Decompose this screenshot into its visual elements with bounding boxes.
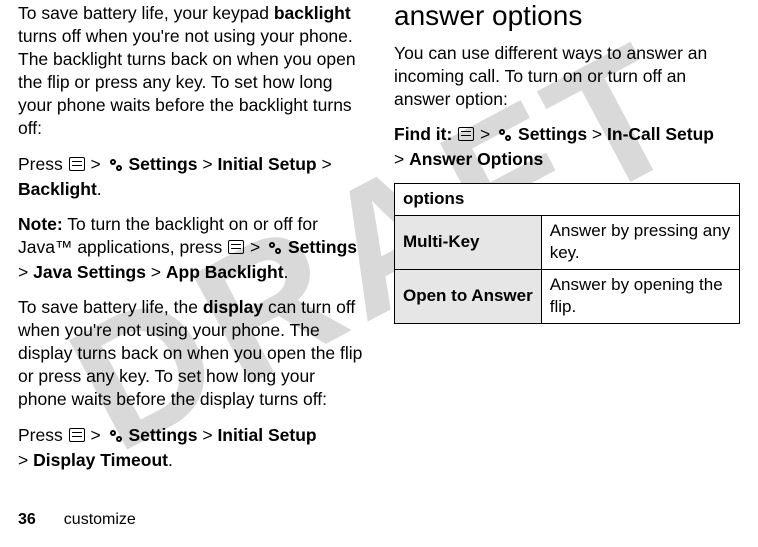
settings-label: Settings (288, 237, 357, 257)
answer-intro-paragraph: You can use different ways to answer an … (394, 42, 740, 111)
backlight-word: backlight (274, 3, 351, 23)
gt: > (394, 149, 404, 169)
find-it-paragraph: Find it: > Settings > In-Call Setup> Ans… (394, 123, 740, 171)
backlight-intro-paragraph: To save battery life, your keypad backli… (18, 2, 364, 141)
initial-setup-label: Initial Setup (217, 154, 316, 174)
gt: > (146, 262, 166, 282)
gt: > (475, 124, 495, 144)
java-settings-label: Java Settings (33, 262, 146, 282)
gt: > (18, 450, 28, 470)
backlight-path-paragraph: Press > Settings > Initial Setup > Backl… (18, 153, 364, 201)
display-path-paragraph: Press > Settings > Initial Setup> Displa… (18, 424, 364, 472)
period: . (168, 450, 173, 470)
options-table: options Multi-Key Answer by pressing any… (394, 183, 740, 323)
press-label: Press (18, 154, 68, 174)
settings-label: Settings (518, 124, 587, 144)
gear-icon (498, 125, 512, 148)
gear-icon (109, 155, 123, 178)
display-word: display (203, 297, 263, 317)
gt: > (18, 262, 28, 282)
display-timeout-label: Display Timeout (33, 450, 168, 470)
page-content: To save battery life, your keypad backli… (0, 0, 758, 484)
table-header-row: options (395, 184, 740, 215)
app-backlight-label: App Backlight (166, 262, 284, 282)
period: . (284, 262, 289, 282)
text: To save battery life, your keypad (18, 3, 274, 23)
note-paragraph: Note: To turn the backlight on or off fo… (18, 213, 364, 284)
gt: > (197, 425, 217, 445)
gt: > (86, 154, 106, 174)
left-column: To save battery life, your keypad backli… (18, 2, 364, 484)
find-it-label: Find it: (394, 124, 452, 144)
menu-icon (69, 157, 85, 171)
note-label: Note: (18, 214, 63, 234)
gt: > (245, 237, 265, 257)
option-key: Multi-Key (395, 215, 542, 269)
option-key: Open to Answer (395, 269, 542, 323)
gear-icon (268, 238, 282, 261)
table-row: Open to Answer Answer by opening the fli… (395, 269, 740, 323)
text: To save battery life, the (18, 297, 203, 317)
gt: > (86, 425, 106, 445)
display-intro-paragraph: To save battery life, the display can tu… (18, 296, 364, 411)
press-label: Press (18, 425, 68, 445)
settings-label: Settings (128, 425, 197, 445)
menu-icon (228, 240, 244, 254)
option-desc: Answer by pressing any key. (541, 215, 739, 269)
settings-label: Settings (128, 154, 197, 174)
menu-icon (458, 127, 474, 141)
section-name: customize (64, 511, 136, 528)
page-footer: 36 customize (18, 511, 136, 529)
gt: > (587, 124, 607, 144)
gear-icon (109, 426, 123, 449)
answer-options-heading: answer options (394, 2, 740, 30)
right-column: answer options You can use different way… (394, 2, 740, 484)
initial-setup-label: Initial Setup (217, 425, 316, 445)
backlight-menu-label: Backlight (18, 179, 97, 199)
option-desc: Answer by opening the flip. (541, 269, 739, 323)
gt: > (197, 154, 217, 174)
text: turns off when you're not using your pho… (18, 26, 356, 138)
in-call-setup-label: In-Call Setup (607, 124, 714, 144)
gt: > (317, 154, 332, 174)
menu-icon (69, 428, 85, 442)
period: . (97, 179, 102, 199)
answer-options-label: Answer Options (409, 149, 543, 169)
page-number: 36 (18, 511, 36, 528)
options-header: options (395, 184, 740, 215)
table-row: Multi-Key Answer by pressing any key. (395, 215, 740, 269)
